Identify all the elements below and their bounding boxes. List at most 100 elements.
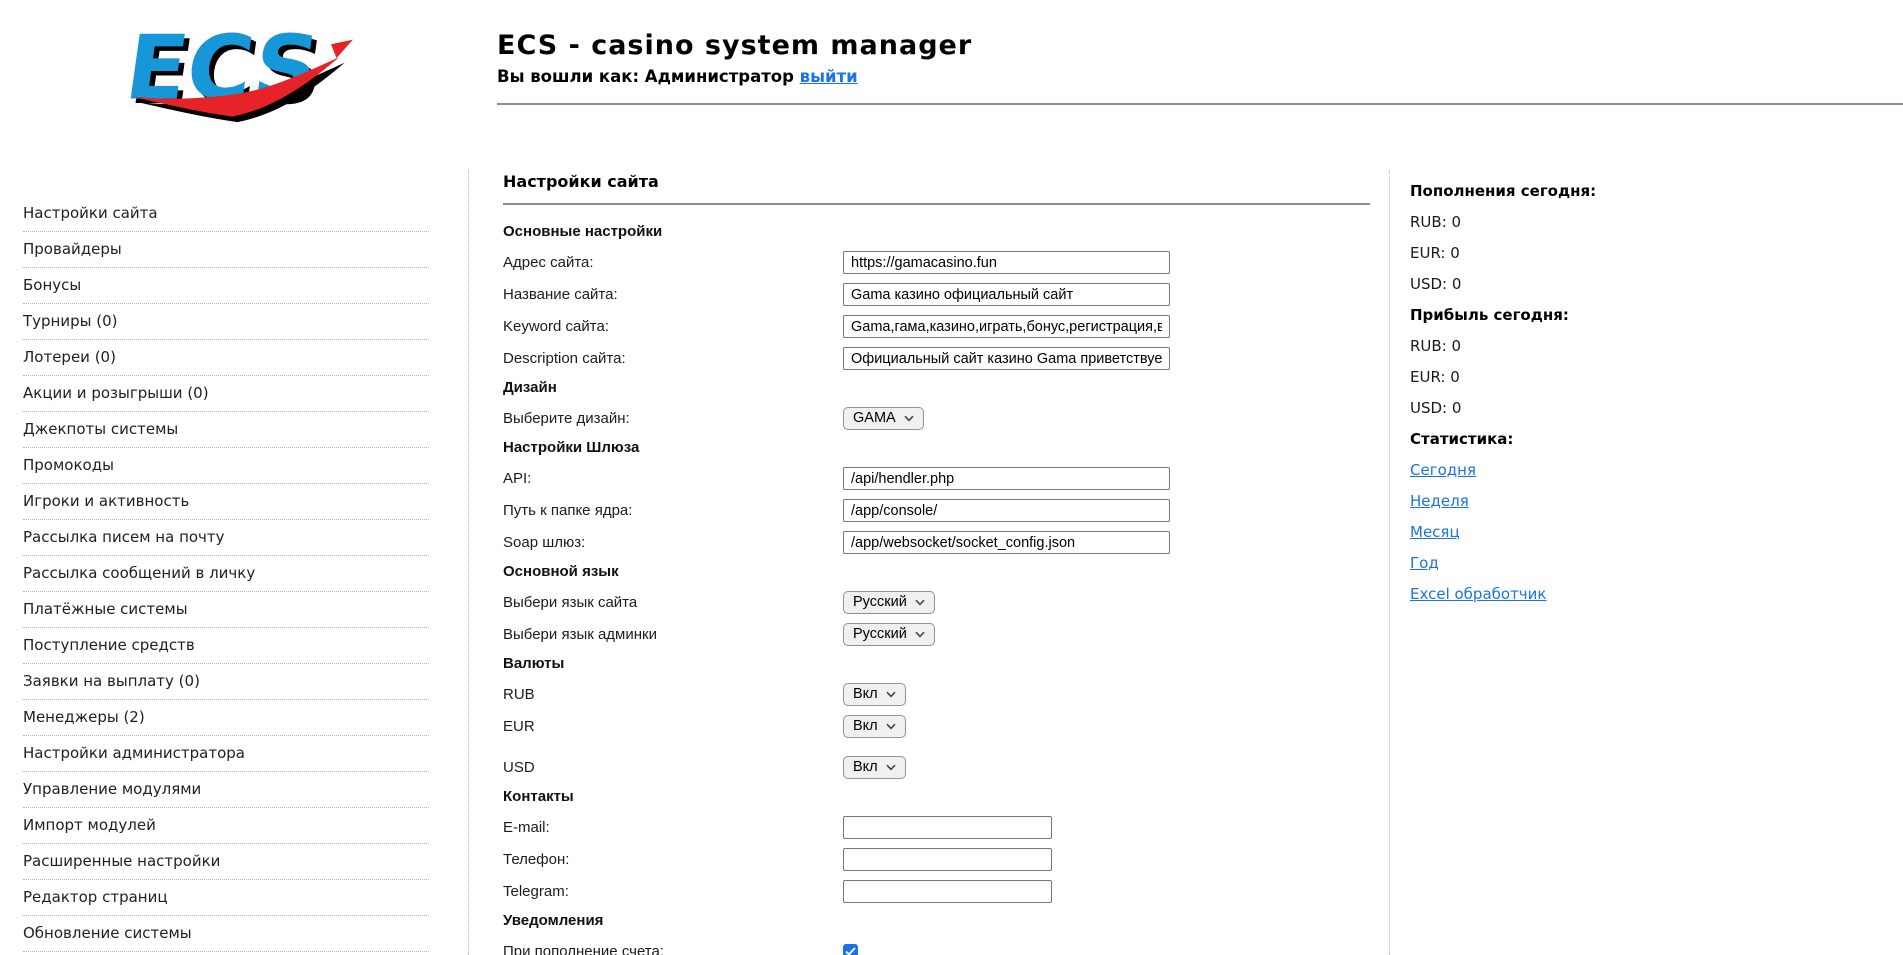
form-row: Название сайта: <box>503 283 1370 306</box>
stat-line: USD: 0 <box>1410 399 1730 418</box>
field-label: Выбери язык сайта <box>503 594 843 611</box>
stats-link[interactable]: Месяц <box>1410 523 1460 542</box>
design-select[interactable]: GAMA <box>843 407 924 430</box>
field-label: Telegram: <box>503 883 843 900</box>
site-address-input[interactable] <box>843 251 1170 274</box>
login-status-text: Вы вошли как: Администратор <box>497 67 794 86</box>
soap-gateway-input[interactable] <box>843 531 1170 554</box>
deposit-notification-checkbox[interactable] <box>843 944 858 955</box>
select-value: Вкл <box>853 759 878 775</box>
sidebar-item[interactable]: Платёжные системы <box>23 592 429 628</box>
chevron-down-icon <box>915 631 925 638</box>
sidebar-item[interactable]: Настройки администратора <box>23 736 429 772</box>
core-path-input[interactable] <box>843 499 1170 522</box>
chevron-down-icon <box>886 691 896 698</box>
sidebar-item[interactable]: Рассылка сообщений в личку <box>23 556 429 592</box>
stats-link[interactable]: Неделя <box>1410 492 1469 511</box>
site-keywords-input[interactable] <box>843 315 1170 338</box>
sidebar-item[interactable]: Импорт модулей <box>23 808 429 844</box>
form-row: RUBВкл <box>503 683 1370 706</box>
form-row: При пополнение счета: <box>503 940 1370 955</box>
sidebar-item[interactable]: Редактор страниц <box>23 880 429 916</box>
form-row: Telegram: <box>503 880 1370 903</box>
sidebar-item[interactable]: Игроки и активность <box>23 484 429 520</box>
login-status: Вы вошли как: Администратор выйти <box>497 67 972 86</box>
stat-line: EUR: 0 <box>1410 368 1730 387</box>
form-row: Выбери язык сайта Русский <box>503 591 1370 614</box>
sidebar-item[interactable]: Обновление системы <box>23 916 429 952</box>
stats-block-title: Прибыль сегодня: <box>1410 306 1730 325</box>
form-section-heading: Основные настройки <box>503 223 1370 240</box>
telegram-input[interactable] <box>843 880 1052 903</box>
sidebar-item[interactable]: Лотереи (0) <box>23 340 429 376</box>
header-divider <box>497 103 1903 105</box>
stats-link[interactable]: Сегодня <box>1410 461 1476 480</box>
sidebar-item[interactable]: Промокоды <box>23 448 429 484</box>
site-description-input[interactable] <box>843 347 1170 370</box>
logout-link[interactable]: выйти <box>800 67 858 86</box>
sidebar-item[interactable]: Рассылка писем на почту <box>23 520 429 556</box>
form-row: Путь к папке ядра: <box>503 499 1370 522</box>
sidebar-item[interactable]: Турниры (0) <box>23 304 429 340</box>
site-name-input[interactable] <box>843 283 1170 306</box>
stat-line: EUR: 0 <box>1410 244 1730 263</box>
stat-line: RUB: 0 <box>1410 337 1730 356</box>
phone-input[interactable] <box>843 848 1052 871</box>
field-label: Description сайта: <box>503 350 843 367</box>
stats-link[interactable]: Год <box>1410 554 1439 573</box>
stats-block-title: Статистика: <box>1410 430 1730 449</box>
form-row: Description сайта: <box>503 347 1370 370</box>
usd-select[interactable]: Вкл <box>843 756 906 779</box>
section-divider <box>503 203 1370 205</box>
sidebar-item[interactable]: Управление модулями <box>23 772 429 808</box>
field-label: Soap шлюз: <box>503 534 843 551</box>
field-label: Название сайта: <box>503 286 843 303</box>
form-row: E-mail: <box>503 816 1370 839</box>
main-left-divider <box>468 170 469 955</box>
select-value: Вкл <box>853 718 878 734</box>
stats-block-title: Пополнения сегодня: <box>1410 182 1730 201</box>
sidebar-item[interactable]: Менеджеры (2) <box>23 700 429 736</box>
field-label: Keyword сайта: <box>503 318 843 335</box>
sidebar-item[interactable]: Бонусы <box>23 268 429 304</box>
form-row: Soap шлюз: <box>503 531 1370 554</box>
stat-line: RUB: 0 <box>1410 213 1730 232</box>
form-row: Keyword сайта: <box>503 315 1370 338</box>
form-row: Выбери язык админки Русский <box>503 623 1370 646</box>
select-value: Вкл <box>853 686 878 702</box>
form-row: API: <box>503 467 1370 490</box>
sidebar-item[interactable]: Расширенные настройки <box>23 844 429 880</box>
select-value: Русский <box>853 594 907 610</box>
right-panel: Пополнения сегодня: RUB: 0 EUR: 0 USD: 0 При… <box>1410 182 1730 616</box>
field-label: API: <box>503 470 843 487</box>
form-section-heading: Настройки Шлюза <box>503 439 1370 456</box>
sidebar-item[interactable]: Настройки сайта <box>23 196 429 232</box>
field-label: E-mail: <box>503 819 843 836</box>
field-label: Выбери язык админки <box>503 626 843 643</box>
settings-form: Основные настройкиАдрес сайта:Название с… <box>503 223 1370 955</box>
sidebar-item[interactable]: Джекпоты системы <box>23 412 429 448</box>
sidebar-item[interactable]: Поступление средств <box>23 628 429 664</box>
field-label: При пополнение счета: <box>503 943 843 955</box>
rub-select[interactable]: Вкл <box>843 683 906 706</box>
sidebar-item[interactable]: Акции и розыгрыши (0) <box>23 376 429 412</box>
site-language-select[interactable]: Русский <box>843 591 935 614</box>
stats-link[interactable]: Excel обработчик <box>1410 585 1546 604</box>
select-value: Русский <box>853 626 907 642</box>
form-row: USDВкл <box>503 756 1370 779</box>
chevron-down-icon <box>886 723 896 730</box>
api-input[interactable] <box>843 467 1170 490</box>
sidebar-item[interactable]: Заявки на выплату (0) <box>23 664 429 700</box>
eur-select[interactable]: Вкл <box>843 715 906 738</box>
site-settings-panel: Настройки сайта Основные настройкиАдрес … <box>503 172 1370 955</box>
ecs-logo: ECS ECS <box>113 8 353 130</box>
chevron-down-icon <box>886 764 896 771</box>
email-input[interactable] <box>843 816 1052 839</box>
field-label: Путь к папке ядра: <box>503 502 843 519</box>
field-label: Телефон: <box>503 851 843 868</box>
admin-language-select[interactable]: Русский <box>843 623 935 646</box>
main-right-divider <box>1389 170 1390 955</box>
sidebar-item[interactable]: Провайдеры <box>23 232 429 268</box>
form-row: Телефон: <box>503 848 1370 871</box>
checkmark-icon <box>845 947 856 955</box>
